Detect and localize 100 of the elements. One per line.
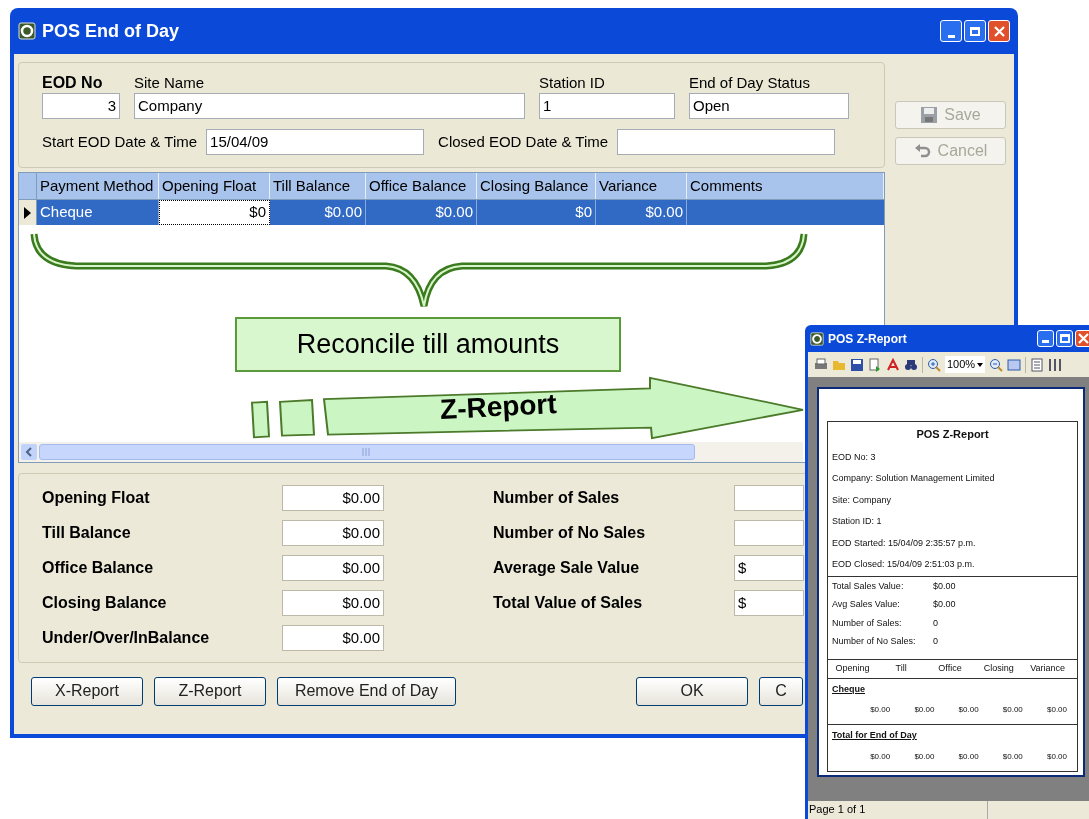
report-value: $0.00 (1046, 704, 1068, 716)
page-layout-icon[interactable] (1030, 357, 1045, 372)
column-header[interactable]: Comments (687, 173, 884, 199)
page-icon[interactable] (1007, 357, 1022, 372)
section-heading: Total for End of Day (832, 729, 918, 742)
summary-label: Total Value of Sales (493, 593, 644, 613)
report-info-line: EOD Closed: 15/04/09 2:51:03 p.m. (832, 558, 976, 571)
text-field[interactable] (617, 129, 836, 155)
arrow-label: Z-Report (439, 386, 558, 428)
close-button[interactable] (1075, 330, 1089, 347)
report-column-header: Till (894, 661, 908, 675)
report-column-header: Variance (1029, 661, 1066, 675)
report-info-line: EOD Started: 15/04/09 2:35:57 p.m. (832, 536, 977, 550)
status-text: Page 1 of 1 (808, 801, 988, 819)
minimize-button[interactable] (1037, 330, 1054, 347)
summary-label: Closing Balance (42, 593, 168, 613)
report-title: POS Z-Report (915, 427, 990, 442)
callout-box: Reconcile till amounts (235, 317, 621, 372)
report-info-line: EOD No: 3 (832, 450, 877, 464)
undo-arrow-icon (913, 142, 932, 160)
scroll-thumb[interactable] (39, 444, 695, 460)
columns-icon[interactable] (1048, 357, 1063, 372)
close-icon (1078, 333, 1089, 344)
text-field[interactable]: 3 (42, 93, 120, 119)
stat-label: Total Sales Value: (832, 579, 905, 593)
column-header[interactable]: Payment Method (37, 173, 159, 199)
text-field[interactable]: 1 (539, 93, 675, 119)
stat-value: $0.00 (933, 598, 956, 611)
summary-label: Till Balance (42, 523, 132, 543)
zoom-in-icon[interactable] (927, 357, 941, 372)
dialog-button[interactable]: Z-Report (154, 676, 266, 706)
text-field[interactable]: $ (734, 555, 804, 581)
stat-label: Number of Sales: (832, 616, 903, 630)
summary-label: Number of No Sales (493, 523, 647, 543)
caret-icon (977, 362, 984, 367)
table-cell: $0.00 (596, 200, 687, 225)
zoom-dropdown[interactable]: 100% (945, 356, 986, 373)
printer-icon[interactable] (814, 357, 828, 372)
text-field[interactable]: $0.00 (282, 590, 384, 616)
text-field[interactable]: $0.00 (282, 520, 384, 546)
grid-row[interactable]: Cheque $0 $0.00 $0.00 $0 $0.00 (19, 200, 884, 225)
column-header[interactable]: Till Balance (270, 173, 366, 199)
column-header[interactable]: Closing Balance (477, 173, 596, 199)
report-value: $0.00 (957, 750, 980, 763)
report-value: $0.00 (1001, 704, 1024, 716)
summary-label: Average Sale Value (493, 558, 641, 578)
zoom-out-icon[interactable] (989, 357, 1004, 372)
text-field[interactable]: Open (689, 93, 849, 119)
row-pointer-icon (24, 206, 31, 219)
field-label: Station ID (539, 73, 606, 93)
dialog-button[interactable]: C (759, 676, 803, 706)
horizontal-scrollbar[interactable] (19, 442, 803, 462)
column-header[interactable]: Opening Float (159, 173, 270, 199)
report-value: $0.00 (913, 750, 936, 763)
text-field[interactable]: $0.00 (282, 555, 384, 581)
close-button[interactable] (988, 20, 1010, 42)
dialog-button[interactable]: X-Report (31, 676, 143, 706)
field-label: Closed EOD Date & Time (438, 131, 609, 152)
text-field[interactable]: Company (134, 93, 525, 119)
maximize-button[interactable] (1056, 330, 1073, 347)
stat-label: Avg Sales Value: (832, 598, 901, 611)
summary-label: Number of Sales (493, 488, 621, 508)
maximize-button[interactable] (964, 20, 986, 42)
column-header[interactable]: Variance (596, 173, 687, 199)
binoculars-icon[interactable] (904, 357, 918, 372)
app-icon (18, 22, 36, 40)
close-icon (993, 25, 1005, 37)
stat-value: 0 (933, 616, 938, 630)
pdf-icon[interactable] (886, 357, 900, 372)
report-info-line: Site: Company (832, 493, 893, 507)
scroll-left-icon[interactable] (21, 444, 37, 460)
table-cell: $0.00 (270, 200, 366, 225)
text-field[interactable]: $0.00 (282, 625, 384, 651)
text-field[interactable] (734, 485, 804, 511)
section-heading: Cheque (832, 682, 866, 696)
text-field[interactable]: $ (734, 590, 804, 616)
text-field[interactable]: 15/04/09 (206, 129, 425, 155)
table-cell: $0 (477, 200, 596, 225)
stat-value: 0 (933, 635, 938, 648)
report-value: $0.00 (1001, 750, 1024, 763)
summary-label: Office Balance (42, 558, 155, 578)
report-value: $0.00 (957, 704, 980, 716)
column-header[interactable]: Office Balance (366, 173, 477, 199)
dialog-button[interactable]: Remove End of Day (277, 676, 456, 706)
report-value: $0.00 (913, 704, 936, 716)
field-label: Site Name (134, 73, 206, 93)
minimize-button[interactable] (940, 20, 962, 42)
table-cell: $0.00 (366, 200, 477, 225)
field-label: End of Day Status (689, 73, 811, 93)
export-page-icon[interactable] (868, 357, 882, 372)
window-title: POS Z-Report (828, 330, 908, 348)
dialog-button[interactable]: OK (636, 676, 748, 706)
text-field[interactable] (734, 520, 804, 546)
report-info-line: Company: Solution Management Limited (832, 472, 996, 485)
report-value: $0.00 (869, 750, 892, 763)
text-field[interactable]: $0.00 (282, 485, 384, 511)
window-title: POS End of Day (42, 19, 181, 43)
report-value: $0.00 (1046, 750, 1068, 763)
field-label: EOD No (42, 73, 104, 93)
summary-label: Under/Over/InBalance (42, 628, 211, 648)
